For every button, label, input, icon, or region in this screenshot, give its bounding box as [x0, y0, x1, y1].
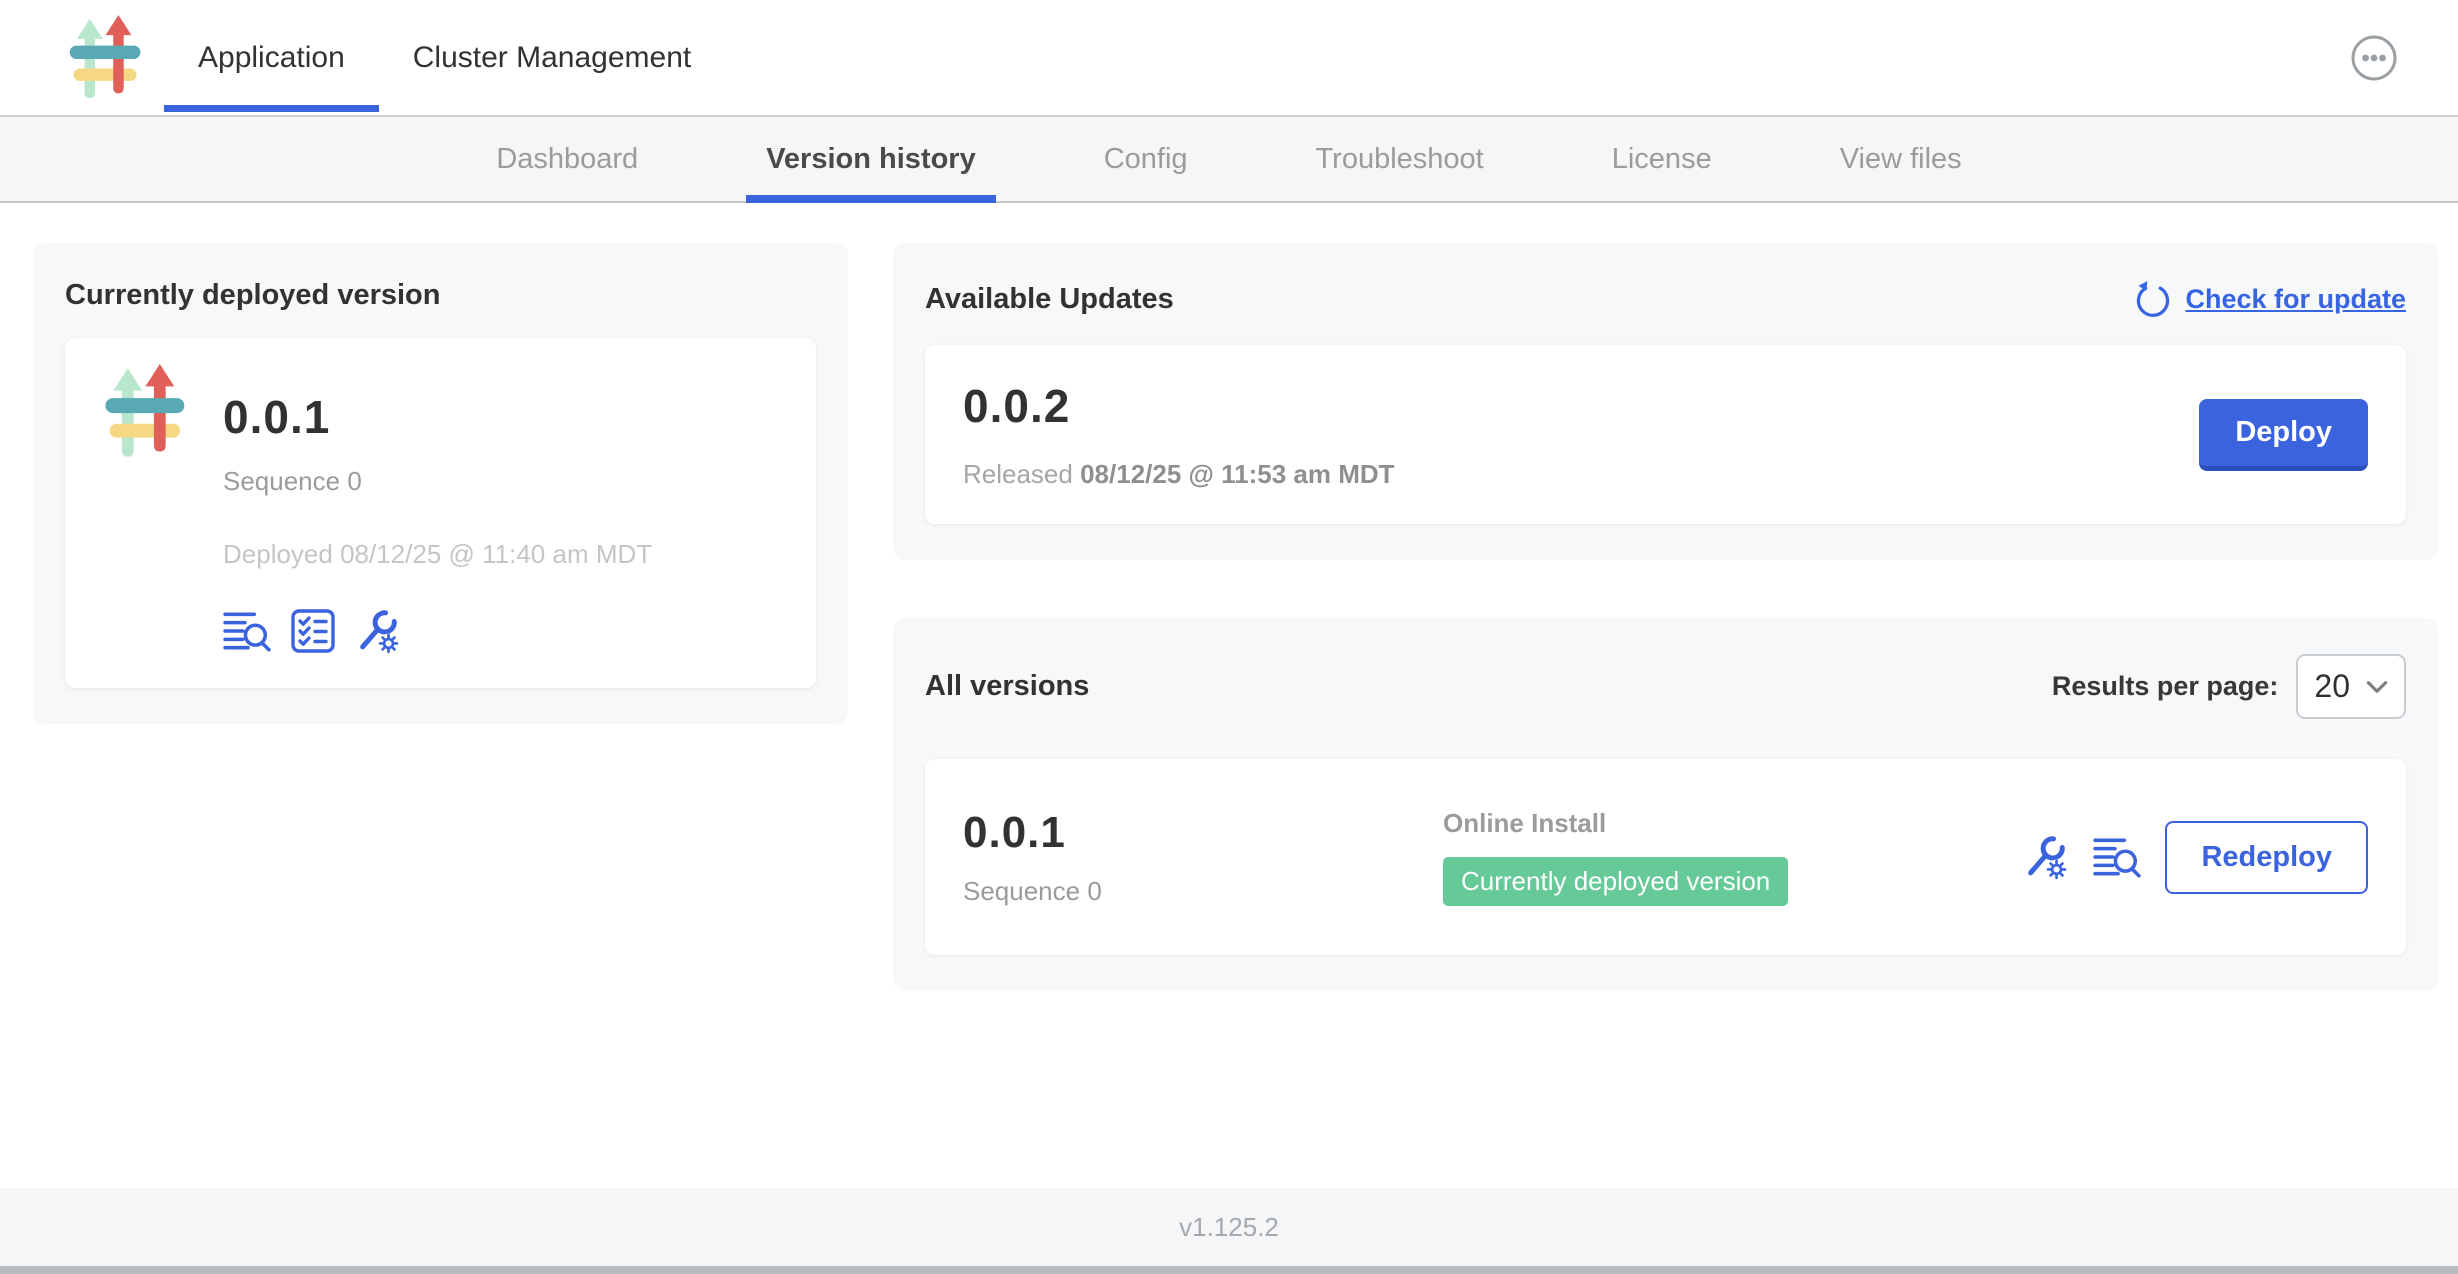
row-version-number: 0.0.1	[963, 808, 1443, 858]
check-for-update-link[interactable]: Check for update	[2133, 279, 2406, 319]
chevron-down-icon	[2366, 680, 2388, 694]
view-config-button[interactable]	[355, 608, 401, 654]
update-version-number: 0.0.2	[963, 379, 2199, 433]
currently-deployed-section: Currently deployed version 0.0.1 Sequenc…	[33, 243, 848, 724]
results-per-page-select[interactable]: 20	[2296, 654, 2406, 719]
app-logo-icon	[64, 15, 150, 101]
config-wrench-gear-icon	[355, 608, 401, 654]
subnav-tab-version-history[interactable]: Version history	[746, 117, 996, 201]
subnav-tab-dashboard[interactable]: Dashboard	[476, 117, 658, 201]
console-version: v1.125.2	[1179, 1212, 1279, 1243]
tab-application[interactable]: Application	[164, 0, 379, 115]
version-row-info: 0.0.1 Sequence 0	[963, 808, 1443, 907]
tab-application-label: Application	[198, 41, 345, 75]
footer: v1.125.2	[0, 1188, 2458, 1266]
deployed-sequence: Sequence 0	[223, 466, 652, 497]
right-column: Available Updates Check for update 0.0.2…	[893, 243, 2438, 991]
view-logs-icon	[2093, 835, 2141, 879]
subnav-tab-troubleshoot[interactable]: Troubleshoot	[1296, 117, 1504, 201]
top-header: Application Cluster Management	[0, 0, 2458, 115]
overflow-menu-button[interactable]	[2350, 34, 2398, 82]
available-update-card: 0.0.2 Released 08/12/25 @ 11:53 am MDT D…	[925, 345, 2406, 524]
tab-cluster-management[interactable]: Cluster Management	[379, 0, 725, 115]
view-logs-icon	[223, 609, 271, 653]
refresh-icon	[2133, 279, 2173, 319]
subnav-tab-config[interactable]: Config	[1084, 117, 1208, 201]
update-info: 0.0.2 Released 08/12/25 @ 11:53 am MDT	[963, 379, 2199, 490]
deploy-button[interactable]: Deploy	[2199, 399, 2368, 471]
results-per-page-label: Results per page:	[2052, 671, 2279, 702]
all-versions-section: All versions Results per page: 20 0.0.1 …	[893, 618, 2438, 991]
version-row-status: Online Install Currently deployed versio…	[1443, 808, 2023, 906]
deployed-version-card: 0.0.1 Sequence 0 Deployed 08/12/25 @ 11:…	[65, 338, 816, 688]
deployed-actions	[223, 608, 652, 654]
view-deploy-logs-button[interactable]	[223, 609, 271, 653]
subnav-tab-license[interactable]: License	[1592, 117, 1732, 201]
results-per-page: Results per page: 20	[2052, 654, 2406, 719]
deployed-version-number: 0.0.1	[223, 390, 652, 444]
available-updates-title: Available Updates	[925, 283, 1174, 316]
version-row: 0.0.1 Sequence 0 Online Install Currentl…	[925, 759, 2406, 955]
app-subnav: Dashboard Version history Config Trouble…	[0, 115, 2458, 203]
deployed-timestamp: Deployed 08/12/25 @ 11:40 am MDT	[223, 539, 652, 570]
redeploy-button[interactable]: Redeploy	[2165, 821, 2368, 894]
preflight-checklist-icon	[291, 609, 335, 653]
subnav-tab-view-files[interactable]: View files	[1820, 117, 1982, 201]
app-logo-icon	[99, 364, 195, 460]
install-type-label: Online Install	[1443, 808, 2023, 839]
version-row-actions: Redeploy	[2023, 821, 2368, 894]
bottom-edge-strip	[0, 1266, 2458, 1274]
ellipsis-menu-icon	[2350, 34, 2398, 82]
preflight-checks-button[interactable]	[291, 609, 335, 653]
row-view-logs-button[interactable]	[2093, 835, 2141, 879]
active-subnav-underline	[746, 195, 996, 203]
main-content: Currently deployed version 0.0.1 Sequenc…	[0, 203, 2458, 1188]
config-wrench-gear-icon	[2023, 834, 2069, 880]
update-released-timestamp: Released 08/12/25 @ 11:53 am MDT	[963, 459, 2199, 490]
all-versions-title: All versions	[925, 670, 1089, 703]
deployed-version-info: 0.0.1 Sequence 0 Deployed 08/12/25 @ 11:…	[223, 364, 652, 654]
available-updates-section: Available Updates Check for update 0.0.2…	[893, 243, 2438, 560]
active-tab-underline	[164, 105, 379, 112]
currently-deployed-title: Currently deployed version	[65, 279, 816, 312]
row-sequence: Sequence 0	[963, 876, 1443, 907]
results-per-page-value: 20	[2314, 668, 2350, 705]
row-view-config-button[interactable]	[2023, 834, 2069, 880]
tab-cluster-management-label: Cluster Management	[413, 41, 691, 75]
currently-deployed-badge: Currently deployed version	[1443, 857, 1788, 906]
